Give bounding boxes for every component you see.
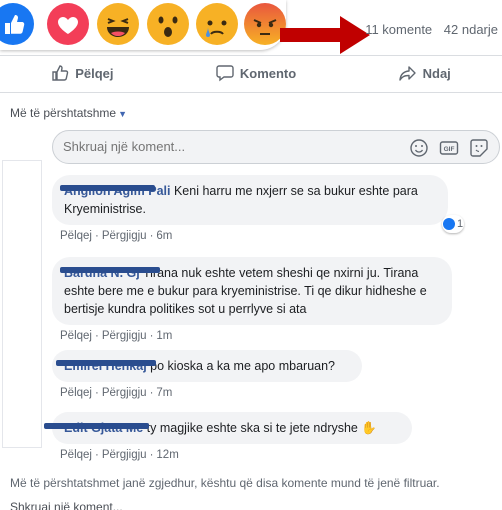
comment-reply-link[interactable]: Përgjigju <box>102 387 147 399</box>
comment-like-link[interactable]: Pëlqej <box>60 387 92 399</box>
comment-reaction-badge[interactable]: 1 <box>442 215 464 233</box>
redaction-bar <box>56 360 156 366</box>
haha-reaction-icon[interactable] <box>97 3 139 45</box>
comment-time[interactable]: 6m <box>156 230 172 242</box>
redaction-bar <box>60 267 160 273</box>
wow-reaction-icon[interactable] <box>147 3 189 45</box>
comment-reply-link[interactable]: Përgjigju <box>102 449 147 461</box>
redaction-bar <box>60 185 155 191</box>
sort-label: Më të përshtatshme <box>10 106 117 120</box>
comment-item: Emirel Henkaj po kioska a ka me apo mbar… <box>52 350 362 399</box>
comment-item: Anglion Agim Pali Keni harru me nxjerr s… <box>52 175 464 242</box>
filter-notice: Më të përshtatshmet janë zgjedhur, kësht… <box>10 476 440 490</box>
raised-hand-emoji-icon: ✋ <box>361 421 377 435</box>
comment-time[interactable]: 1m <box>156 330 172 342</box>
comment-bubble: Emirel Henkaj po kioska a ka me apo mbar… <box>52 350 362 382</box>
love-reaction-icon[interactable] <box>47 3 89 45</box>
redaction-bar <box>44 423 149 429</box>
comment-links: Pëlqej · Përgjigju · 6m <box>60 230 173 242</box>
comment-like-link[interactable]: Pëlqej <box>60 230 92 242</box>
divider <box>0 92 502 93</box>
comment-links: Pëlqej · Përgjigju · 7m <box>60 387 173 399</box>
comment-text: ty magjike eshte ska si te jete ndryshe <box>146 421 358 435</box>
sad-reaction-icon[interactable] <box>196 3 238 45</box>
reaction-picker <box>0 0 286 50</box>
like-label: Pëlqej <box>75 65 114 81</box>
comment-text: po kioska a ka me apo mbaruan? <box>150 359 336 373</box>
comment-links: Pëlqej · Përgjigju · 12m <box>60 449 179 461</box>
share-count[interactable]: 42 ndarje <box>444 22 498 37</box>
reaction-count: 1 <box>456 218 464 230</box>
gif-icon[interactable]: GIF <box>439 138 459 158</box>
comment-icon <box>216 65 234 82</box>
comment-item: Bardha N. Gj Tirana nuk eshte vetem shes… <box>52 257 452 342</box>
comment-time[interactable]: 12m <box>156 449 178 461</box>
sticker-icon[interactable] <box>469 138 489 158</box>
comment-label: Komento <box>239 65 297 81</box>
like-badge-icon <box>442 218 455 230</box>
comment-time[interactable]: 7m <box>156 387 172 399</box>
comment-like-link[interactable]: Pëlqej <box>60 449 92 461</box>
emoji-icon[interactable] <box>409 138 429 158</box>
comment-reply-link[interactable]: Përgjigju <box>102 330 147 342</box>
svg-text:GIF: GIF <box>444 146 455 153</box>
comment-links: Pëlqej · Përgjigju · 1m <box>60 330 173 342</box>
avatar-column <box>2 160 42 448</box>
engagement-counts: 11 komente 42 ndarje <box>357 22 498 37</box>
comment-button[interactable]: Komento <box>216 64 296 82</box>
share-arrow-icon <box>398 66 416 81</box>
comment-composer[interactable]: GIF <box>52 130 500 164</box>
write-comment-link[interactable]: Shkruaj një koment... <box>10 500 123 510</box>
share-button[interactable]: Ndaj <box>398 64 451 82</box>
comment-like-link[interactable]: Pëlqej <box>60 330 92 342</box>
comment-sort-dropdown[interactable]: Më të përshtatshme ▼ <box>10 106 127 120</box>
like-reaction-icon[interactable] <box>0 3 34 45</box>
comment-count[interactable]: 11 komente <box>365 22 432 37</box>
like-button[interactable]: Pëlqej <box>51 64 113 82</box>
caret-down-icon: ▼ <box>118 109 127 119</box>
thumbs-up-icon <box>52 65 69 81</box>
comment-reply-link[interactable]: Përgjigju <box>102 230 147 242</box>
share-label: Ndaj <box>422 65 451 81</box>
comment-input[interactable] <box>63 139 393 154</box>
comment-bubble: Anglion Agim Pali Keni harru me nxjerr s… <box>52 175 448 225</box>
comment-item: Edit Gjata Me ty magjike eshte ska si te… <box>44 412 412 461</box>
post-action-bar: Pëlqej Komento Ndaj <box>0 56 502 90</box>
